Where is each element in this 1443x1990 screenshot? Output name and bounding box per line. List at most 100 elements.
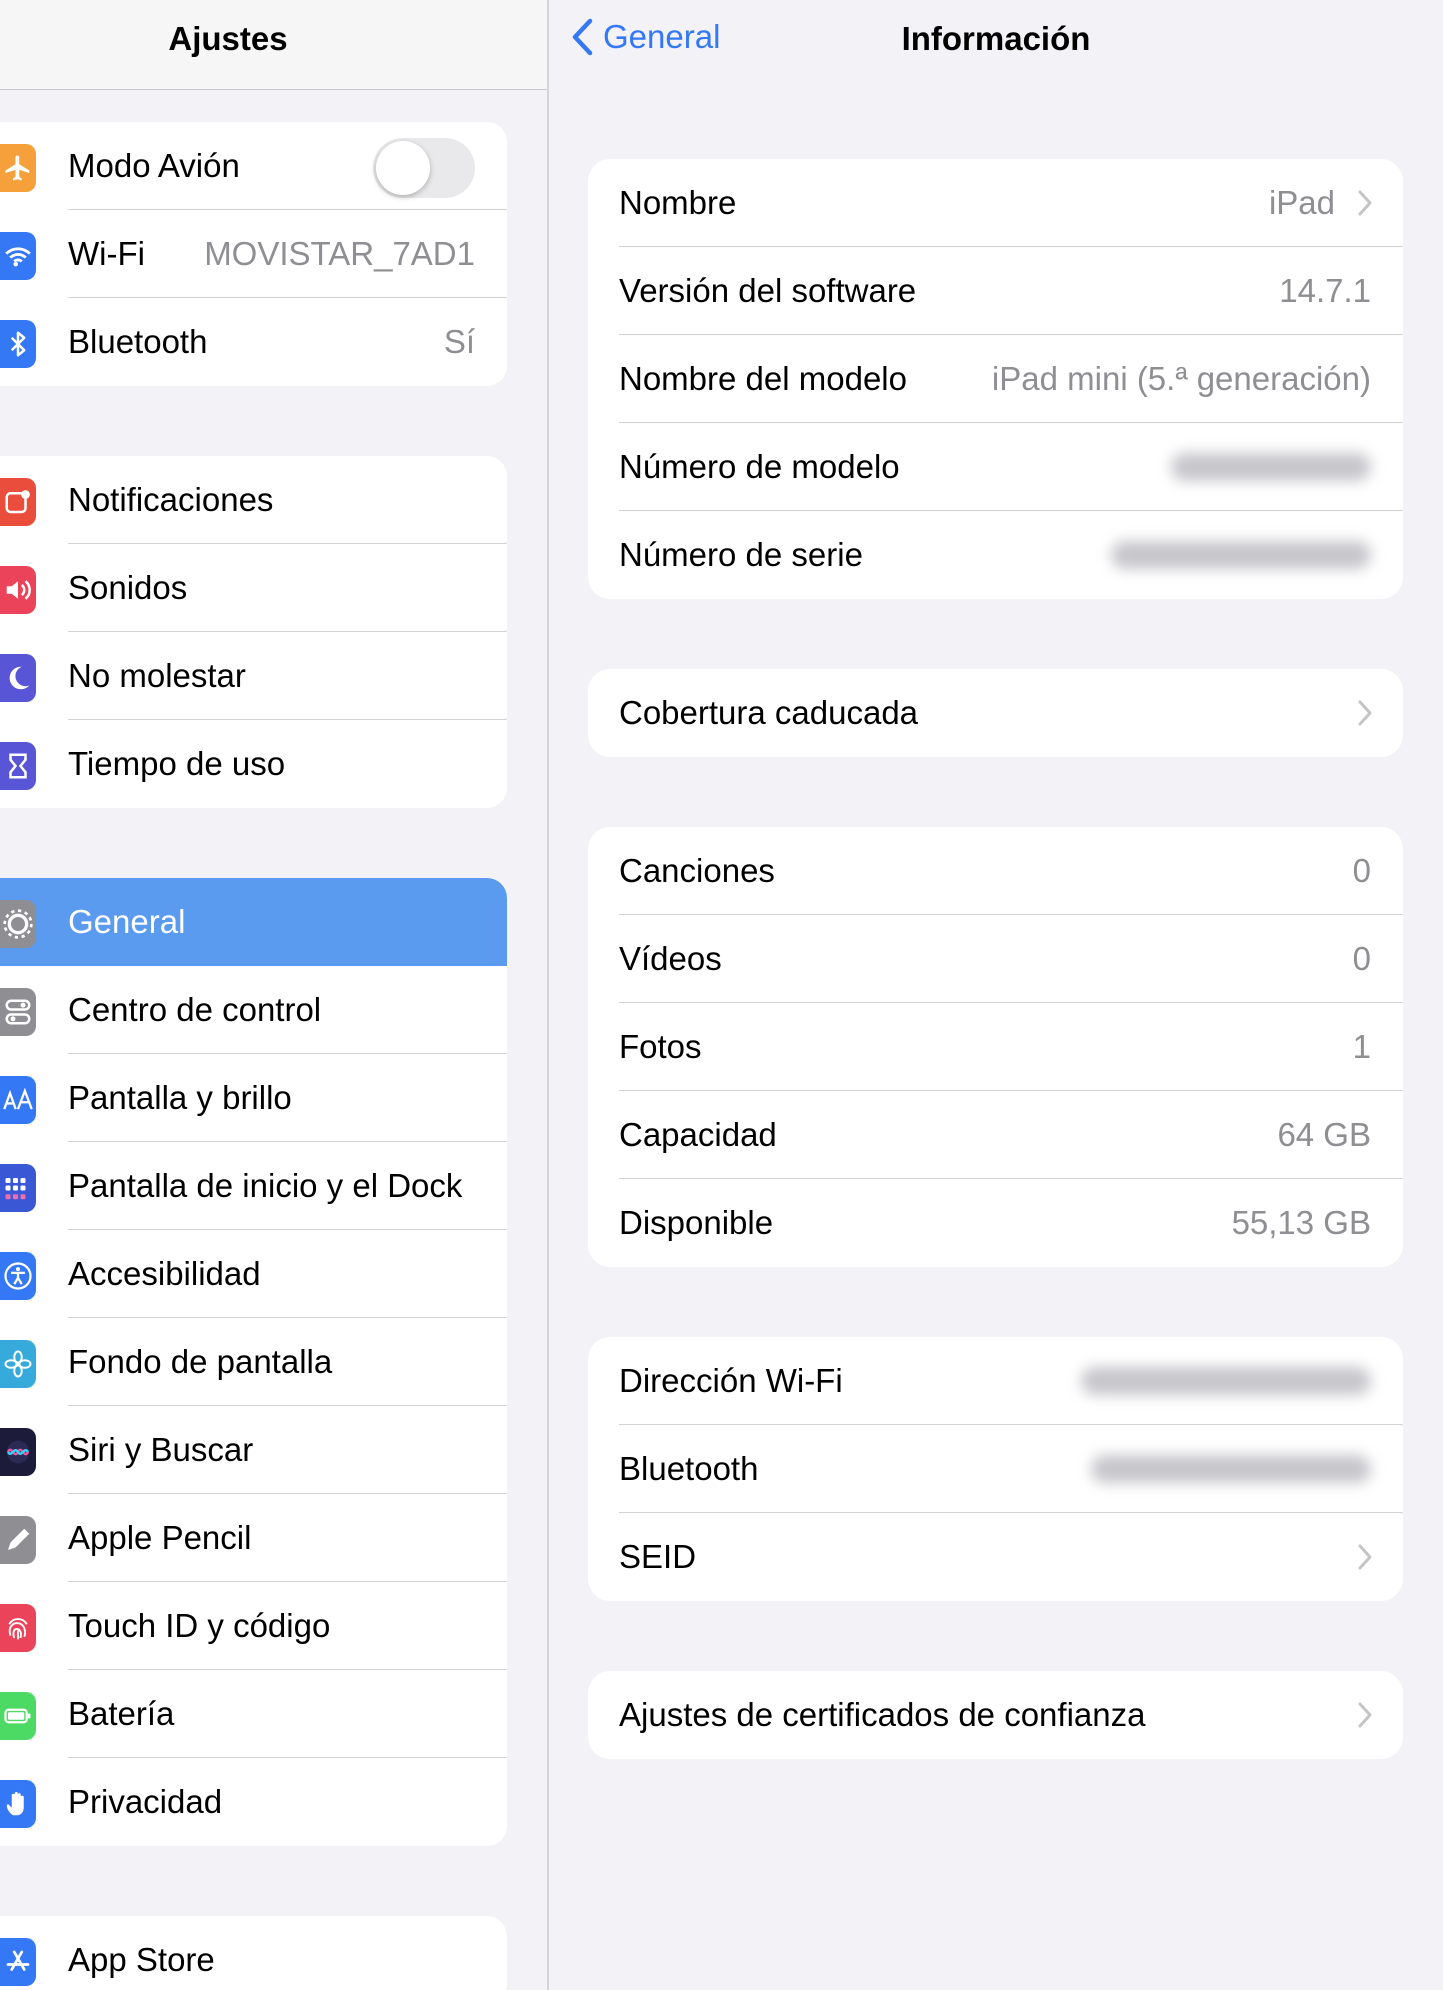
sidebar-item-accessibility[interactable]: Accesibilidad [0, 1230, 507, 1318]
sidebar-item-privacy[interactable]: Privacidad [0, 1758, 507, 1846]
sidebar-title: Ajustes [168, 20, 288, 57]
sidebar-item-home-screen-dock[interactable]: Pantalla de inicio y el Dock [0, 1142, 507, 1230]
info-group-coverage: Cobertura caducada [588, 669, 1403, 757]
info-row-value: 55,13 GB [1231, 1204, 1371, 1241]
sidebar-item-screen-time[interactable]: Tiempo de uso [0, 720, 507, 808]
sidebar-item-bluetooth[interactable]: Bluetooth Sí [0, 298, 507, 386]
info-row-name[interactable]: Nombre iPad [588, 159, 1403, 247]
pencil-icon [0, 1516, 36, 1564]
sidebar-item-label: App Store [68, 1941, 215, 1978]
info-row-songs: Canciones 0 [588, 827, 1403, 915]
chevron-right-icon [1358, 700, 1372, 726]
siri-icon [0, 1428, 36, 1476]
hourglass-icon [0, 742, 36, 790]
sidebar-item-label: Centro de control [68, 991, 322, 1028]
info-group-network: Dirección Wi-Fi Bluetooth SEID [588, 1337, 1403, 1601]
info-row-model-number: Número de modelo [588, 423, 1403, 511]
accessibility-icon [0, 1252, 36, 1300]
sidebar-item-label: Tiempo de uso [68, 745, 286, 782]
sidebar-item-label: Notificaciones [68, 481, 274, 518]
sidebar-item-label: No molestar [68, 657, 246, 694]
info-row-capacity: Capacidad 64 GB [588, 1091, 1403, 1179]
sidebar-item-label: Pantalla y brillo [68, 1079, 292, 1116]
info-row-software-version: Versión del software 14.7.1 [588, 247, 1403, 335]
airplane-icon [0, 144, 36, 192]
info-row-label: Número de modelo [619, 448, 900, 485]
sidebar-group-connectivity: Modo Avión Wi-Fi MOVISTAR_7AD1 Bluetooth… [0, 122, 507, 386]
sidebar-item-display-brightness[interactable]: Pantalla y brillo [0, 1054, 507, 1142]
gear-icon [0, 900, 36, 948]
sidebar-group-notifications: Notificaciones Sonidos No molestar Tiemp… [0, 456, 507, 808]
info-row-label: Capacidad [619, 1116, 777, 1153]
info-row-value: 1 [1352, 1028, 1371, 1065]
chevron-right-icon [1358, 1544, 1372, 1570]
info-group-certificates: Ajustes de certificados de confianza [588, 1671, 1403, 1759]
info-row-value: iPad mini (5.ª generación) [991, 360, 1371, 397]
info-group-media: Canciones 0 Vídeos 0 Fotos 1 Capacidad 6… [588, 827, 1403, 1267]
airplane-mode-toggle[interactable] [373, 138, 475, 198]
info-row-value: 0 [1352, 940, 1371, 977]
sidebar-item-label: Privacidad [68, 1783, 223, 1820]
battery-icon [0, 1692, 36, 1740]
info-row-label: Bluetooth [619, 1450, 759, 1487]
sidebar-item-label: Wi-Fi [68, 235, 145, 272]
sidebar-item-wallpaper[interactable]: Fondo de pantalla [0, 1318, 507, 1406]
switches-icon [0, 988, 36, 1036]
info-row-label: Disponible [619, 1204, 774, 1241]
chevron-right-icon [1358, 1702, 1372, 1728]
info-row-value: 0 [1352, 852, 1371, 889]
wifi-network-value: MOVISTAR_7AD1 [204, 235, 475, 272]
back-button[interactable]: General [571, 18, 720, 56]
info-row-value: 14.7.1 [1279, 272, 1371, 309]
sidebar-item-label: Pantalla de inicio y el Dock [68, 1167, 463, 1204]
sidebar-item-airplane-mode[interactable]: Modo Avión [0, 122, 507, 210]
pane-divider [547, 0, 549, 1990]
flower-icon [0, 1340, 36, 1388]
hand-icon [0, 1780, 36, 1828]
info-row-coverage[interactable]: Cobertura caducada [588, 669, 1403, 757]
sounds-icon [0, 566, 36, 614]
text-size-icon [0, 1076, 36, 1124]
wifi-icon [0, 232, 36, 280]
sidebar-item-notifications[interactable]: Notificaciones [0, 456, 507, 544]
sidebar-item-label: Touch ID y código [68, 1607, 331, 1644]
sidebar-item-sounds[interactable]: Sonidos [0, 544, 507, 632]
bluetooth-icon [0, 320, 36, 368]
redacted-value [1091, 1455, 1371, 1483]
sidebar-item-apple-pencil[interactable]: Apple Pencil [0, 1494, 507, 1582]
sidebar-item-label: Fondo de pantalla [68, 1343, 333, 1380]
info-row-label: Nombre [619, 184, 737, 221]
sidebar-item-label: Batería [68, 1695, 175, 1732]
sidebar-header: Ajustes [0, 0, 547, 90]
bluetooth-status-value: Sí [443, 323, 475, 360]
info-row-model-name: Nombre del modelo iPad mini (5.ª generac… [588, 335, 1403, 423]
sidebar-item-control-center[interactable]: Centro de control [0, 966, 507, 1054]
fingerprint-icon [0, 1604, 36, 1652]
sidebar-item-touch-id[interactable]: Touch ID y código [0, 1582, 507, 1670]
info-row-label: Canciones [619, 852, 775, 889]
info-row-seid[interactable]: SEID [588, 1513, 1403, 1601]
sidebar-group-app-store: App Store [0, 1916, 507, 1990]
info-row-bluetooth-address: Bluetooth [588, 1425, 1403, 1513]
info-row-available: Disponible 55,13 GB [588, 1179, 1403, 1267]
redacted-value [1111, 541, 1371, 569]
sidebar-group-general: General Centro de control Pantalla y bri… [0, 878, 507, 1846]
sidebar-item-label: Sonidos [68, 569, 188, 606]
info-row-value: iPad [1268, 184, 1335, 221]
redacted-value [1171, 453, 1371, 481]
sidebar-item-app-store[interactable]: App Store [0, 1916, 507, 1990]
info-row-label: SEID [619, 1538, 697, 1575]
sidebar-item-do-not-disturb[interactable]: No molestar [0, 632, 507, 720]
sidebar-item-label: General [68, 903, 186, 940]
sidebar-item-battery[interactable]: Batería [0, 1670, 507, 1758]
sidebar-item-general[interactable]: General [0, 878, 507, 966]
app-store-icon [0, 1938, 36, 1986]
info-row-videos: Vídeos 0 [588, 915, 1403, 1003]
detail-header: Información General [549, 0, 1443, 90]
redacted-value [1081, 1367, 1371, 1395]
sidebar-item-siri-search[interactable]: Siri y Buscar [0, 1406, 507, 1494]
sidebar-item-wifi[interactable]: Wi-Fi MOVISTAR_7AD1 [0, 210, 507, 298]
info-row-label: Dirección Wi-Fi [619, 1362, 843, 1399]
home-grid-icon [0, 1164, 36, 1212]
info-row-certificate-trust[interactable]: Ajustes de certificados de confianza [588, 1671, 1403, 1759]
